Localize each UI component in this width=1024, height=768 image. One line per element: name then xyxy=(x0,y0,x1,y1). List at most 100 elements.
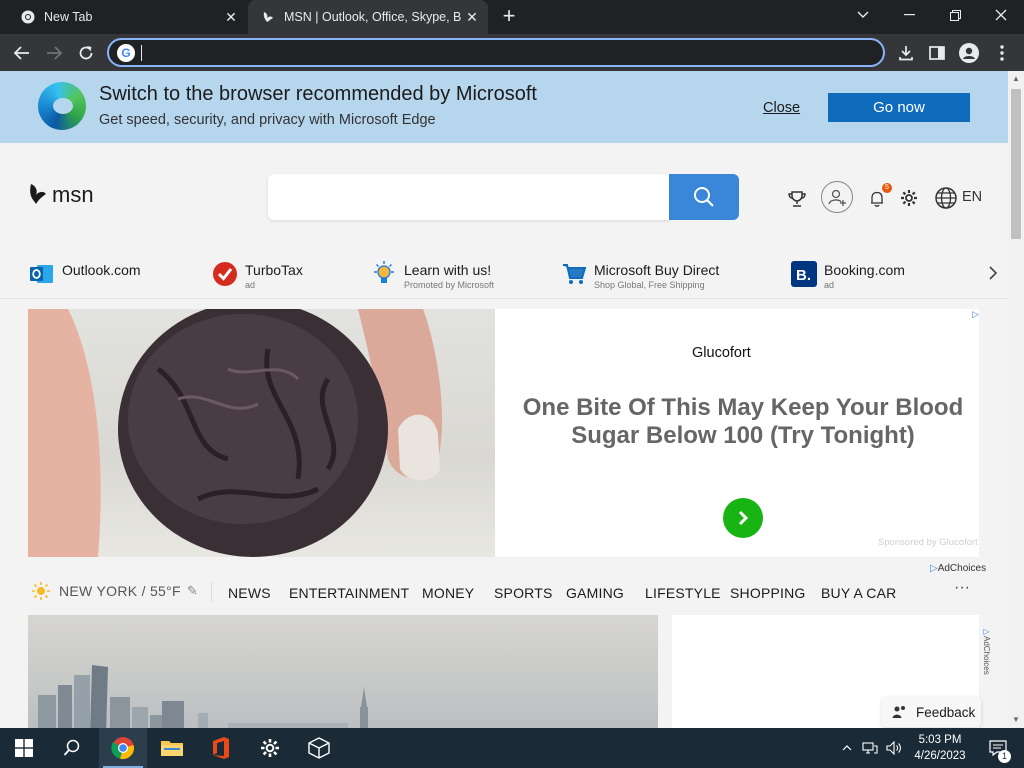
forward-button[interactable] xyxy=(41,40,67,66)
go-now-button[interactable]: Go now xyxy=(828,93,970,122)
tab-title: New Tab xyxy=(44,10,93,24)
search-input[interactable] xyxy=(268,174,670,220)
chrome-icon xyxy=(20,9,36,25)
nav-buy-a-car[interactable]: BUY A CAR xyxy=(821,585,896,601)
scroll-down-arrow-icon[interactable]: ▼ xyxy=(1008,712,1024,728)
back-button[interactable] xyxy=(9,40,35,66)
booking-icon: B. xyxy=(791,261,817,287)
edge-banner-title: Switch to the browser recommended by Mic… xyxy=(99,83,537,105)
adchoices-label: AdChoices xyxy=(937,563,987,574)
shopping-cart-icon xyxy=(561,261,587,287)
nav-shopping[interactable]: SHOPPING xyxy=(730,585,806,601)
close-tab-icon[interactable]: ✕ xyxy=(221,7,241,27)
nav-sports[interactable]: SPORTS xyxy=(494,585,553,601)
tab-msn[interactable]: MSN | Outlook, Office, Skype, Bing, Brea… xyxy=(248,0,488,34)
quicklink-outlook[interactable]: Outlook.com xyxy=(29,261,141,287)
msn-logo[interactable]: msn xyxy=(26,182,94,208)
edge-promo-banner: Switch to the browser recommended by Mic… xyxy=(0,71,1008,143)
outlook-icon xyxy=(29,261,55,287)
downloads-button[interactable] xyxy=(893,40,919,66)
nav-entertainment[interactable]: ENTERTAINMENT xyxy=(289,585,409,601)
tray-chevron-up-icon[interactable] xyxy=(838,728,856,768)
edge-banner-subtitle: Get speed, security, and privacy with Mi… xyxy=(99,112,436,128)
adchoices-icon: ▷ xyxy=(930,563,938,574)
feedback-people-icon xyxy=(892,706,905,718)
turbotax-check-icon xyxy=(212,261,238,287)
nav-news[interactable]: NEWS xyxy=(228,585,271,601)
start-windows-icon[interactable] xyxy=(0,728,48,768)
taskbar-search-icon[interactable] xyxy=(48,728,96,768)
side-panel-button[interactable] xyxy=(924,40,950,66)
search-icon xyxy=(694,187,714,207)
taskbar-settings-gear-icon[interactable] xyxy=(246,728,294,768)
address-input[interactable] xyxy=(142,44,883,61)
adchoices-label: AdChoices xyxy=(982,636,991,675)
nav-more-ellipsis-icon[interactable]: ··· xyxy=(954,579,970,597)
scroll-up-arrow-icon[interactable]: ▲ xyxy=(1008,71,1024,87)
rewards-trophy-icon[interactable] xyxy=(786,188,808,210)
ad-headline[interactable]: One Bite Of This May Keep Your Blood Sug… xyxy=(496,394,990,450)
hero-story-image[interactable] xyxy=(28,615,658,728)
weather-label: NEW YORK / 55°F xyxy=(59,583,181,599)
weather-widget[interactable]: NEW YORK / 55°F ✎ xyxy=(32,582,198,600)
tray-volume-icon[interactable] xyxy=(884,728,904,768)
taskbar-file-explorer-icon[interactable] xyxy=(148,728,196,768)
quicklink-sub: ad xyxy=(245,280,256,290)
quicklink-sub: Promoted by Microsoft xyxy=(404,280,495,290)
quicklink-booking[interactable]: B. Booking.com ad xyxy=(791,261,905,291)
taskbar-office-icon[interactable] xyxy=(197,728,245,768)
edge-logo-icon xyxy=(38,82,86,130)
menu-kebab-icon[interactable] xyxy=(989,40,1015,66)
taskbar-chrome-icon[interactable] xyxy=(99,728,147,768)
edit-pencil-icon[interactable]: ✎ xyxy=(187,583,198,599)
tray-network-icon[interactable] xyxy=(860,728,880,768)
browser-toolbar: G xyxy=(0,34,1024,71)
action-center-icon[interactable]: 1 xyxy=(982,728,1014,768)
quicklink-name: Booking.com xyxy=(824,262,905,278)
quicklink-name: Microsoft Buy Direct xyxy=(594,262,720,278)
close-tab-icon[interactable]: ✕ xyxy=(462,7,482,27)
sign-in-avatar-icon[interactable] xyxy=(821,181,853,213)
side-adchoices-label[interactable]: ▷AdChoices xyxy=(981,627,991,675)
edge-close-link[interactable]: Close xyxy=(763,100,800,116)
new-tab-button[interactable]: + xyxy=(498,5,520,28)
chevron-right-icon xyxy=(738,510,749,526)
language-selector[interactable]: EN xyxy=(962,189,982,205)
windows-taskbar: 5:03 PM 4/26/2023 1 xyxy=(0,728,1024,768)
search-button[interactable] xyxy=(669,174,739,220)
profile-avatar[interactable] xyxy=(956,40,982,66)
taskbar-3d-box-icon[interactable] xyxy=(295,728,343,768)
quicklink-sub: ad xyxy=(824,280,835,290)
quicklink-turbotax[interactable]: TurboTax ad xyxy=(212,261,303,291)
ad-brand[interactable]: Glucofort xyxy=(692,345,751,361)
quicklinks-next-chevron-icon[interactable] xyxy=(988,265,1004,287)
ad-go-arrow-button[interactable] xyxy=(723,498,763,538)
nav-gaming[interactable]: GAMING xyxy=(566,585,624,601)
adchoices-link[interactable]: ▷AdChoices xyxy=(930,563,986,574)
nav-money[interactable]: MONEY xyxy=(422,585,474,601)
quicklink-microsoft-buy[interactable]: Microsoft Buy Direct Shop Global, Free S… xyxy=(561,261,719,291)
ad-triangle-icon[interactable]: ▷ xyxy=(972,309,979,320)
tab-new-tab[interactable]: New Tab ✕ xyxy=(0,0,247,34)
settings-gear-icon[interactable] xyxy=(899,188,919,208)
google-icon: G xyxy=(117,43,135,62)
ad-image[interactable] xyxy=(28,309,495,557)
tab-search-chevron-icon[interactable] xyxy=(840,0,886,30)
quicklink-name: Learn with us! xyxy=(404,262,492,278)
nav-lifestyle[interactable]: LIFESTYLE xyxy=(645,585,721,601)
restore-button[interactable] xyxy=(932,0,978,30)
quicklink-learn[interactable]: Learn with us! Promoted by Microsoft xyxy=(371,261,494,291)
minimize-button[interactable] xyxy=(886,0,932,30)
address-bar[interactable]: G xyxy=(107,38,885,67)
nav-divider xyxy=(211,582,212,602)
feedback-button[interactable]: Feedback xyxy=(882,697,981,727)
clock-time: 5:03 PM xyxy=(918,734,962,746)
page-scrollbar[interactable]: ▲ ▼ xyxy=(1008,71,1024,728)
scrollbar-thumb[interactable] xyxy=(1011,89,1021,239)
globe-icon[interactable] xyxy=(934,186,958,210)
close-window-button[interactable] xyxy=(978,0,1024,30)
taskbar-clock[interactable]: 5:03 PM 4/26/2023 xyxy=(902,732,978,764)
feedback-label: Feedback xyxy=(916,704,976,720)
quick-links-bar: Outlook.com TurboTax ad Learn with us! P… xyxy=(0,255,1008,299)
reload-button[interactable] xyxy=(73,40,99,66)
